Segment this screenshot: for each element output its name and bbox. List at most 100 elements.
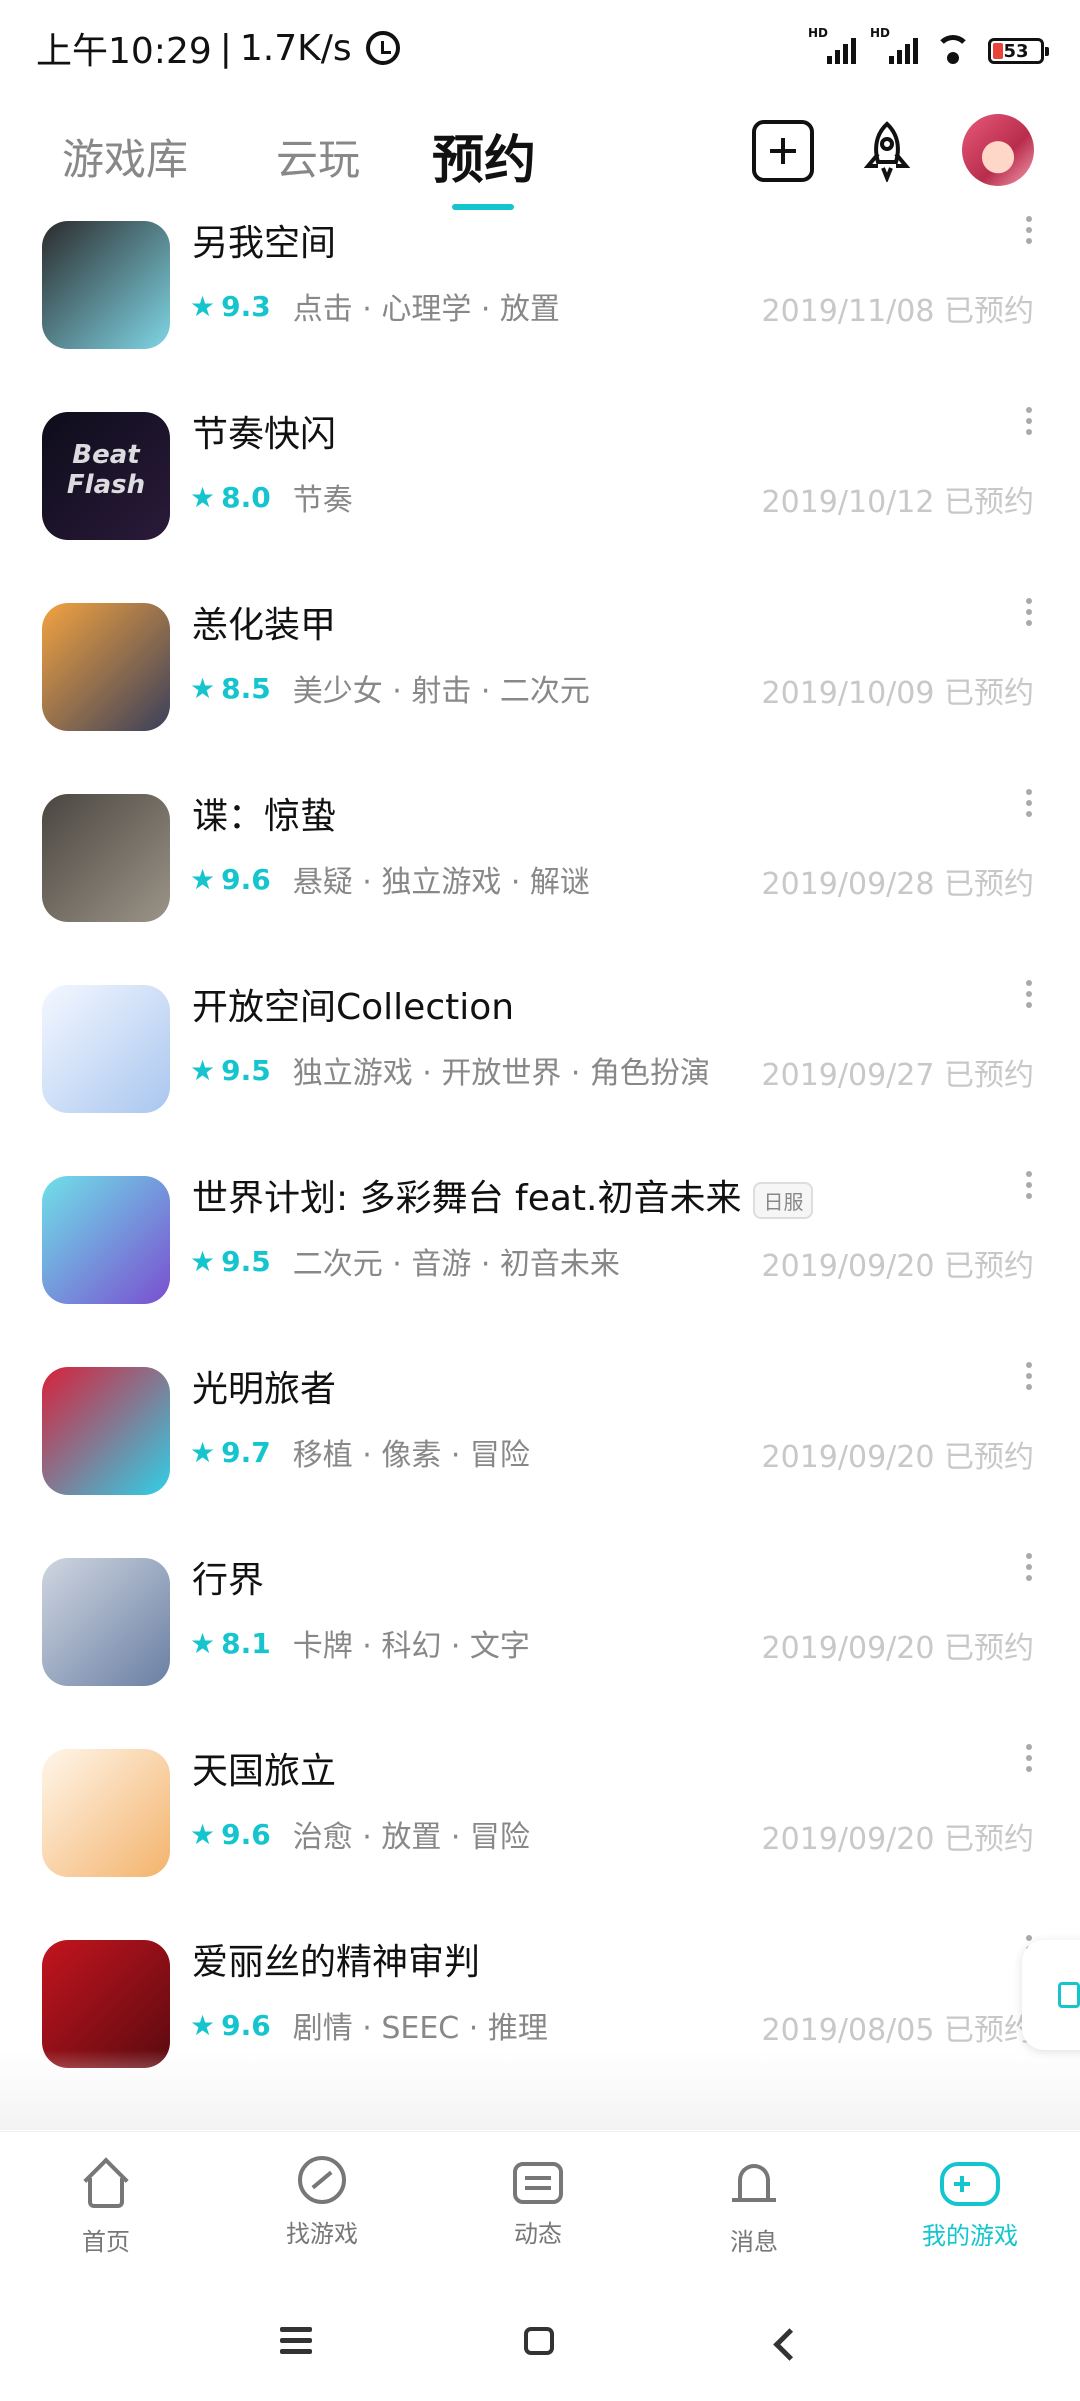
game-title: 恙化装甲 [192,596,336,648]
nav-feed[interactable]: 动态 [438,2156,638,2249]
nav-messages[interactable]: 消息 [654,2156,854,2257]
game-meta: ★ 9.7 移植 · 像素 · 冒险 [190,1430,530,1474]
game-title-text: 行界 [192,1560,265,1601]
star-icon: ★ [190,1626,216,1660]
nav-discover-label: 找游戏 [286,2220,358,2248]
game-title-text: 天国旅立 [192,1751,337,1792]
game-icon[interactable]: Beat Flash [42,412,170,540]
floating-download-button[interactable] [1022,1940,1080,2050]
game-icon[interactable] [42,985,170,1113]
game-title: 天国旅立 [192,1742,336,1794]
more-options-icon[interactable] [1024,980,1034,1020]
reserve-date: 2019/10/09 已预约 [761,676,1034,711]
game-icon-text: Beat Flash [66,440,146,500]
system-nav-bar [0,2291,1080,2401]
game-row[interactable]: 恙化装甲 ★ 8.5 美少女 · 射击 · 二次元 2019/10/09 已预约 [0,574,1080,765]
game-meta: ★ 9.6 悬疑 · 独立游戏 · 解谜 [190,857,590,901]
star-icon: ★ [190,671,216,705]
more-options-icon[interactable] [1024,1362,1034,1402]
nav-home-label: 首页 [82,2228,130,2256]
user-avatar[interactable] [962,114,1034,186]
game-tags: 美少女 · 射击 · 二次元 [292,674,590,709]
game-score: 9.5 [221,1244,271,1278]
tab-cloud-play[interactable]: 云玩 [276,126,360,187]
active-tab-indicator [452,204,514,210]
game-row[interactable]: 行界 ★ 8.1 卡牌 · 科幻 · 文字 2019/09/20 已预约 [0,1529,1080,1720]
back-icon[interactable] [773,2328,806,2361]
game-row[interactable]: Beat Flash 节奏快闪 ★ 8.0 节奏 2019/10/12 已预约 [0,383,1080,574]
game-title-text: 恙化装甲 [192,605,337,646]
game-tags: 治愈 · 放置 · 冒险 [292,1820,530,1855]
game-title-text: 世界计划: 多彩舞台 feat.初音未来 [192,1178,742,1219]
game-row[interactable]: 世界计划: 多彩舞台 feat.初音未来 日服 ★ 9.5 二次元 · 音游 · 初音未… [0,1147,1080,1338]
status-time: 上午10:29 [36,31,212,72]
game-icon[interactable] [42,1176,170,1304]
tab-reservations[interactable]: 预约 [432,118,536,193]
more-options-icon[interactable] [1024,216,1034,256]
game-meta: ★ 9.5 二次元 · 音游 · 初音未来 [190,1239,620,1283]
more-options-icon[interactable] [1024,1744,1034,1784]
game-score: 9.6 [221,862,271,896]
signal-icon-2: HD [870,26,918,64]
game-title-text: 爱丽丝的精神审判 [192,1942,481,1983]
reserve-date: 2019/10/12 已预约 [761,485,1034,520]
add-icon[interactable] [752,120,814,182]
game-row[interactable]: 天国旅立 ★ 9.6 治愈 · 放置 · 冒险 2019/09/20 已预约 [0,1720,1080,1911]
game-icon[interactable] [42,603,170,731]
game-icon[interactable] [42,1367,170,1495]
game-title: 另我空间 [192,216,336,266]
battery-level: 53 [1003,40,1029,62]
nav-my-games-label: 我的游戏 [922,2222,1018,2250]
game-meta: ★ 9.6 治愈 · 放置 · 冒险 [190,1812,530,1856]
game-icon[interactable] [42,1940,170,2068]
star-icon: ★ [190,289,216,323]
signal-icon: HD [808,26,856,64]
game-title-text: 谍：惊蛰 [192,796,337,837]
more-options-icon[interactable] [1024,789,1034,829]
game-row[interactable]: 谍：惊蛰 ★ 9.6 悬疑 · 独立游戏 · 解谜 2019/09/28 已预约 [0,765,1080,956]
star-icon: ★ [190,2008,216,2042]
game-score: 9.7 [221,1435,271,1469]
game-icon[interactable] [42,1558,170,1686]
list-bottom-fade [0,2050,1080,2130]
game-title: 世界计划: 多彩舞台 feat.初音未来 日服 [192,1169,814,1221]
server-tag: 日服 [753,1181,814,1219]
game-row[interactable]: 另我空间 ★ 9.3 点击 · 心理学 · 放置 2019/11/08 已预约 [0,216,1080,383]
nav-discover[interactable]: 找游戏 [222,2156,422,2249]
more-options-icon[interactable] [1024,1553,1034,1593]
tab-game-library[interactable]: 游戏库 [62,126,188,187]
reserve-date: 2019/11/08 已预约 [761,294,1034,329]
more-options-icon[interactable] [1024,1171,1034,1211]
reserve-date: 2019/09/27 已预约 [761,1058,1034,1093]
nav-home[interactable]: 首页 [6,2156,206,2257]
game-tags: 独立游戏 · 开放世界 · 角色扮演 [292,1056,710,1091]
game-score: 9.5 [221,1053,271,1087]
game-score: 9.6 [221,1817,271,1851]
game-tags: 卡牌 · 科幻 · 文字 [292,1629,530,1664]
game-icon[interactable] [42,794,170,922]
game-icon[interactable] [42,1749,170,1877]
game-row[interactable]: 开放空间Collection ★ 9.5 独立游戏 · 开放世界 · 角色扮演 2019… [0,956,1080,1147]
nav-my-games[interactable]: 我的游戏 [870,2156,1070,2251]
discover-icon [298,2156,346,2204]
home-button-icon[interactable] [524,2327,554,2355]
game-row[interactable]: 光明旅者 ★ 9.7 移植 · 像素 · 冒险 2019/09/20 已预约 [0,1338,1080,1529]
game-score: 8.0 [221,480,271,514]
battery-icon: 53 [988,38,1049,64]
signal-hd-label-2: HD [870,26,891,40]
reservation-list: 另我空间 ★ 9.3 点击 · 心理学 · 放置 2019/11/08 已预约 Beat … [0,216,1080,2136]
wifi-icon [932,32,974,64]
game-title: 爱丽丝的精神审判 [192,1933,480,1985]
more-options-icon[interactable] [1024,407,1034,447]
star-icon: ★ [190,1435,216,1469]
game-title-text: 另我空间 [192,223,337,264]
game-score: 9.3 [221,289,271,323]
game-icon[interactable] [42,221,170,349]
game-meta: ★ 8.0 节奏 [190,475,353,519]
status-left: 上午10:29 | 1.7K/s [36,22,400,74]
signal-hd-label: HD [808,26,829,40]
recent-apps-icon[interactable] [280,2327,312,2360]
bell-icon [726,2156,782,2212]
rocket-icon[interactable] [856,120,918,184]
more-options-icon[interactable] [1024,598,1034,638]
